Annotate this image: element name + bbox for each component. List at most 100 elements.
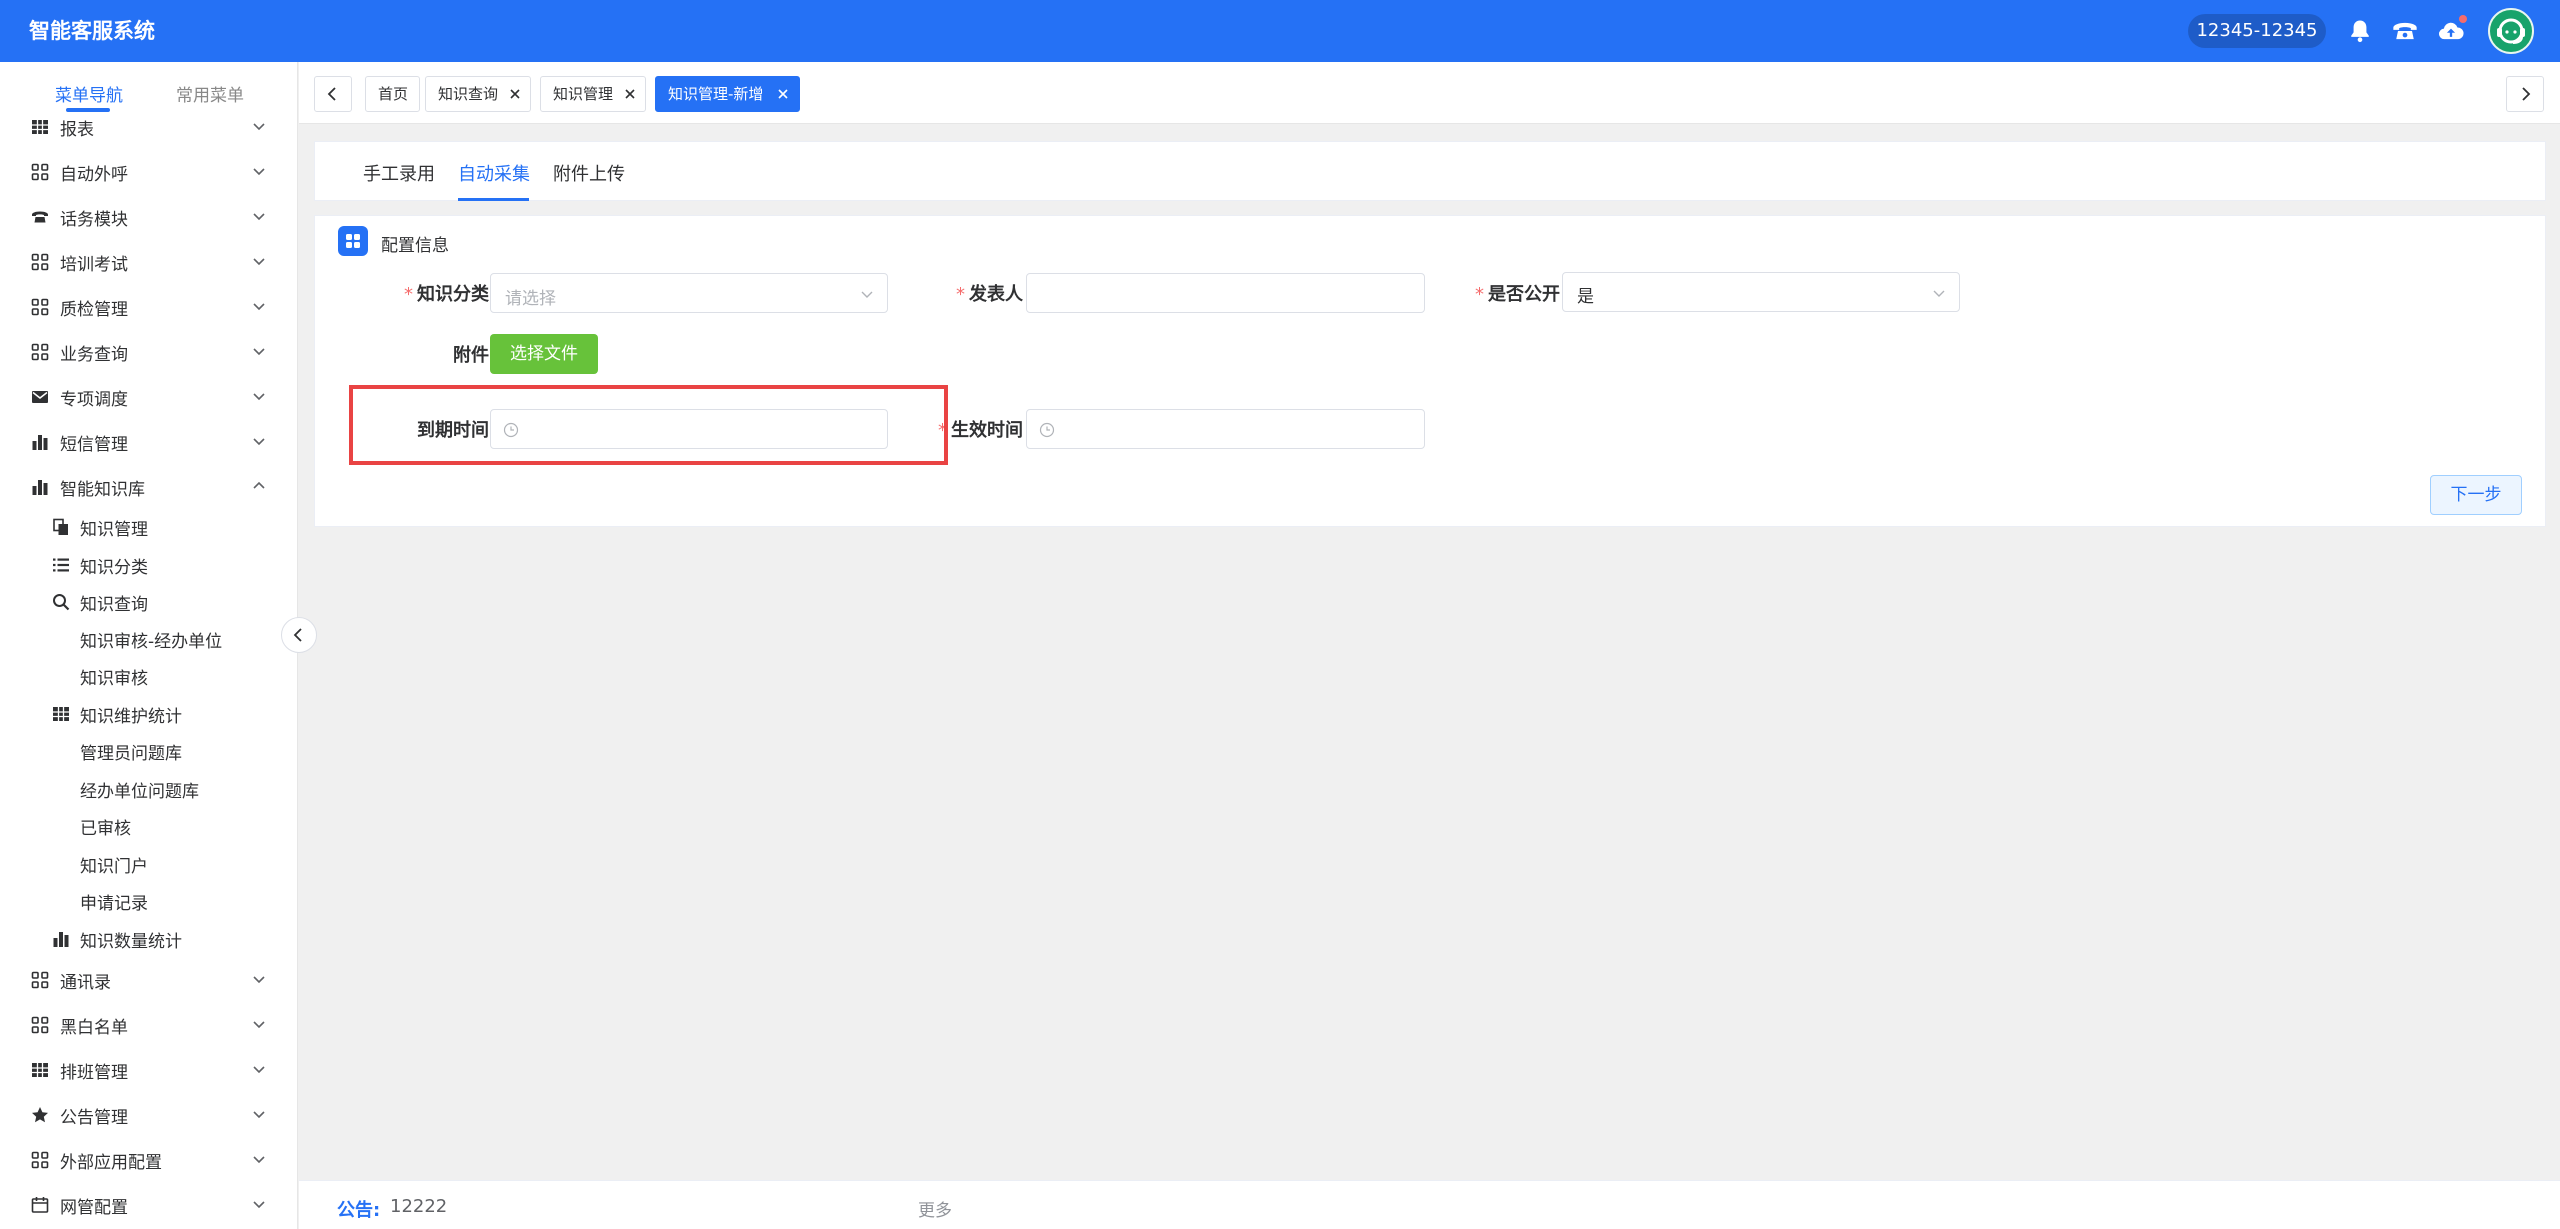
calendar-icon bbox=[31, 1196, 49, 1214]
sidebar-subitem-knowledge-count-stats[interactable]: 知识数量统计 bbox=[0, 923, 297, 953]
sidebar-item-business-query[interactable]: 业务查询 bbox=[0, 336, 297, 366]
sidebar-item-external-apps[interactable]: 外部应用配置 bbox=[0, 1144, 297, 1174]
top-header: 智能客服系统 12345-12345 bbox=[0, 0, 2560, 62]
page-tab-knowledge-query[interactable]: 知识查询 bbox=[425, 76, 531, 112]
effective-time-label: * 生效时间 bbox=[938, 420, 1023, 441]
tab-favorite-menu[interactable]: 常用菜单 bbox=[176, 81, 244, 106]
sidebar-item-special-dispatch[interactable]: 专项调度 bbox=[0, 381, 297, 411]
chevron-right-icon bbox=[2507, 77, 2543, 111]
close-icon[interactable] bbox=[623, 87, 637, 101]
tab-menu-navigation[interactable]: 菜单导航 bbox=[55, 81, 123, 106]
sidebar-subitem-knowledge-review[interactable]: 知识审核 bbox=[0, 660, 297, 690]
bar-chart-icon bbox=[52, 930, 70, 948]
expire-time-picker[interactable] bbox=[490, 409, 888, 449]
notice-bar: 公告: 12222 更多 bbox=[299, 1180, 2560, 1229]
sidebar-subitem-maintenance-stats[interactable]: 知识维护统计 bbox=[0, 698, 297, 728]
chevron-down-icon bbox=[250, 1015, 268, 1033]
sidebar-item-sms-management[interactable]: 短信管理 bbox=[0, 426, 297, 456]
page-tab-knowledge-management-add[interactable]: 知识管理-新增 bbox=[655, 76, 800, 112]
grid-icon bbox=[31, 163, 49, 181]
clock-icon bbox=[503, 422, 519, 438]
hotline-number[interactable]: 12345-12345 bbox=[2188, 14, 2326, 48]
table-icon bbox=[52, 705, 70, 723]
grid-icon bbox=[31, 971, 49, 989]
expire-time-label: 到期时间 bbox=[417, 420, 489, 441]
notice-text[interactable]: 12222 bbox=[390, 1196, 447, 1217]
telephone-icon bbox=[31, 208, 49, 226]
star-icon bbox=[31, 1106, 49, 1124]
agent-avatar-icon[interactable] bbox=[2488, 8, 2534, 54]
chevron-down-icon bbox=[250, 1195, 268, 1213]
chevron-down-icon bbox=[250, 970, 268, 988]
effective-time-picker[interactable] bbox=[1026, 409, 1425, 449]
next-step-button[interactable]: 下一步 bbox=[2430, 475, 2522, 515]
page-tab-knowledge-management[interactable]: 知识管理 bbox=[540, 76, 646, 112]
sidebar-subitem-knowledge-portal[interactable]: 知识门户 bbox=[0, 848, 297, 878]
publisher-label: * 发表人 bbox=[956, 284, 1023, 305]
page-tab-home[interactable]: 首页 bbox=[365, 76, 420, 112]
sidebar-item-call-module[interactable]: 话务模块 bbox=[0, 201, 297, 231]
sidebar-subitem-knowledge-management[interactable]: 知识管理 bbox=[0, 511, 297, 541]
sidebar-item-scheduling[interactable]: 排班管理 bbox=[0, 1054, 297, 1084]
grid-icon bbox=[31, 298, 49, 316]
close-icon[interactable] bbox=[508, 87, 522, 101]
sidebar-subitem-reviewed[interactable]: 已审核 bbox=[0, 810, 297, 840]
chevron-down-icon bbox=[250, 1060, 268, 1078]
search-icon bbox=[52, 593, 70, 611]
sidebar-subitem-knowledge-category[interactable]: 知识分类 bbox=[0, 549, 297, 579]
sidebar-subitem-unit-question-bank[interactable]: 经办单位问题库 bbox=[0, 773, 297, 803]
active-tab-indicator bbox=[458, 198, 529, 201]
sidebar-item-knowledge-base[interactable]: 智能知识库 bbox=[0, 471, 297, 501]
choose-file-button[interactable]: 选择文件 bbox=[490, 334, 598, 374]
grid-icon bbox=[31, 253, 49, 271]
tab-manual-entry[interactable]: 手工录用 bbox=[363, 160, 435, 186]
grid-icon bbox=[31, 343, 49, 361]
table-icon bbox=[31, 118, 49, 136]
chevron-down-icon bbox=[859, 286, 875, 302]
document-copy-icon bbox=[52, 518, 70, 536]
list-icon bbox=[52, 556, 70, 574]
sidebar: 菜单导航 常用菜单 报表 自动外呼 话务模块 培训考试 质检管理 业务查询 专项… bbox=[0, 62, 298, 1229]
category-label: * 知识分类 bbox=[404, 284, 489, 305]
sidebar-item-quality-inspection[interactable]: 质检管理 bbox=[0, 291, 297, 321]
active-tab-underline bbox=[66, 108, 110, 112]
chevron-down-icon bbox=[250, 162, 268, 180]
notice-more-link[interactable]: 更多 bbox=[918, 1196, 952, 1221]
bar-chart-icon bbox=[31, 478, 49, 496]
tab-attachment-upload[interactable]: 附件上传 bbox=[553, 160, 625, 186]
sidebar-item-network-config[interactable]: 网管配置 bbox=[0, 1189, 297, 1219]
sidebar-item-training-exam[interactable]: 培训考试 bbox=[0, 246, 297, 276]
sidebar-item-announcements[interactable]: 公告管理 bbox=[0, 1099, 297, 1129]
sidebar-item-auto-outbound[interactable]: 自动外呼 bbox=[0, 156, 297, 186]
sidebar-item-blacklist[interactable]: 黑白名单 bbox=[0, 1009, 297, 1039]
sidebar-subitem-admin-question-bank[interactable]: 管理员问题库 bbox=[0, 735, 297, 765]
tab-auto-collect[interactable]: 自动采集 bbox=[458, 160, 530, 186]
app-title: 智能客服系统 bbox=[29, 19, 155, 43]
collapse-sidebar-button[interactable] bbox=[281, 617, 317, 653]
chevron-down-icon bbox=[250, 342, 268, 360]
cloud-upload-icon[interactable] bbox=[2437, 15, 2467, 45]
page-tabs-bar: 首页 知识查询 知识管理 知识管理-新增 bbox=[299, 62, 2560, 124]
close-icon[interactable] bbox=[776, 87, 790, 101]
scroll-tabs-left-button[interactable] bbox=[314, 76, 352, 112]
chevron-down-icon bbox=[250, 432, 268, 450]
sidebar-item-contacts[interactable]: 通讯录 bbox=[0, 964, 297, 994]
grid-icon bbox=[31, 1151, 49, 1169]
is-public-select[interactable]: 是 bbox=[1562, 272, 1960, 312]
category-select[interactable]: 请选择 bbox=[490, 273, 888, 313]
publisher-input[interactable] bbox=[1026, 273, 1425, 313]
sidebar-subitem-knowledge-review-unit[interactable]: 知识审核-经办单位 bbox=[0, 623, 297, 653]
telephone-icon[interactable] bbox=[2391, 17, 2419, 45]
scroll-tabs-right-button[interactable] bbox=[2506, 76, 2544, 112]
attachment-label: 附件 bbox=[453, 345, 489, 366]
table-icon bbox=[31, 1061, 49, 1079]
sidebar-subitem-knowledge-query[interactable]: 知识查询 bbox=[0, 586, 297, 616]
notice-label: 公告: bbox=[337, 1200, 381, 1221]
chevron-down-icon bbox=[250, 117, 268, 135]
chevron-down-icon bbox=[1931, 285, 1947, 301]
is-public-label: * 是否公开 bbox=[1475, 284, 1560, 305]
chevron-down-icon bbox=[250, 297, 268, 315]
section-title: 配置信息 bbox=[381, 236, 449, 256]
bell-icon[interactable] bbox=[2346, 17, 2374, 45]
sidebar-subitem-application-records[interactable]: 申请记录 bbox=[0, 885, 297, 915]
